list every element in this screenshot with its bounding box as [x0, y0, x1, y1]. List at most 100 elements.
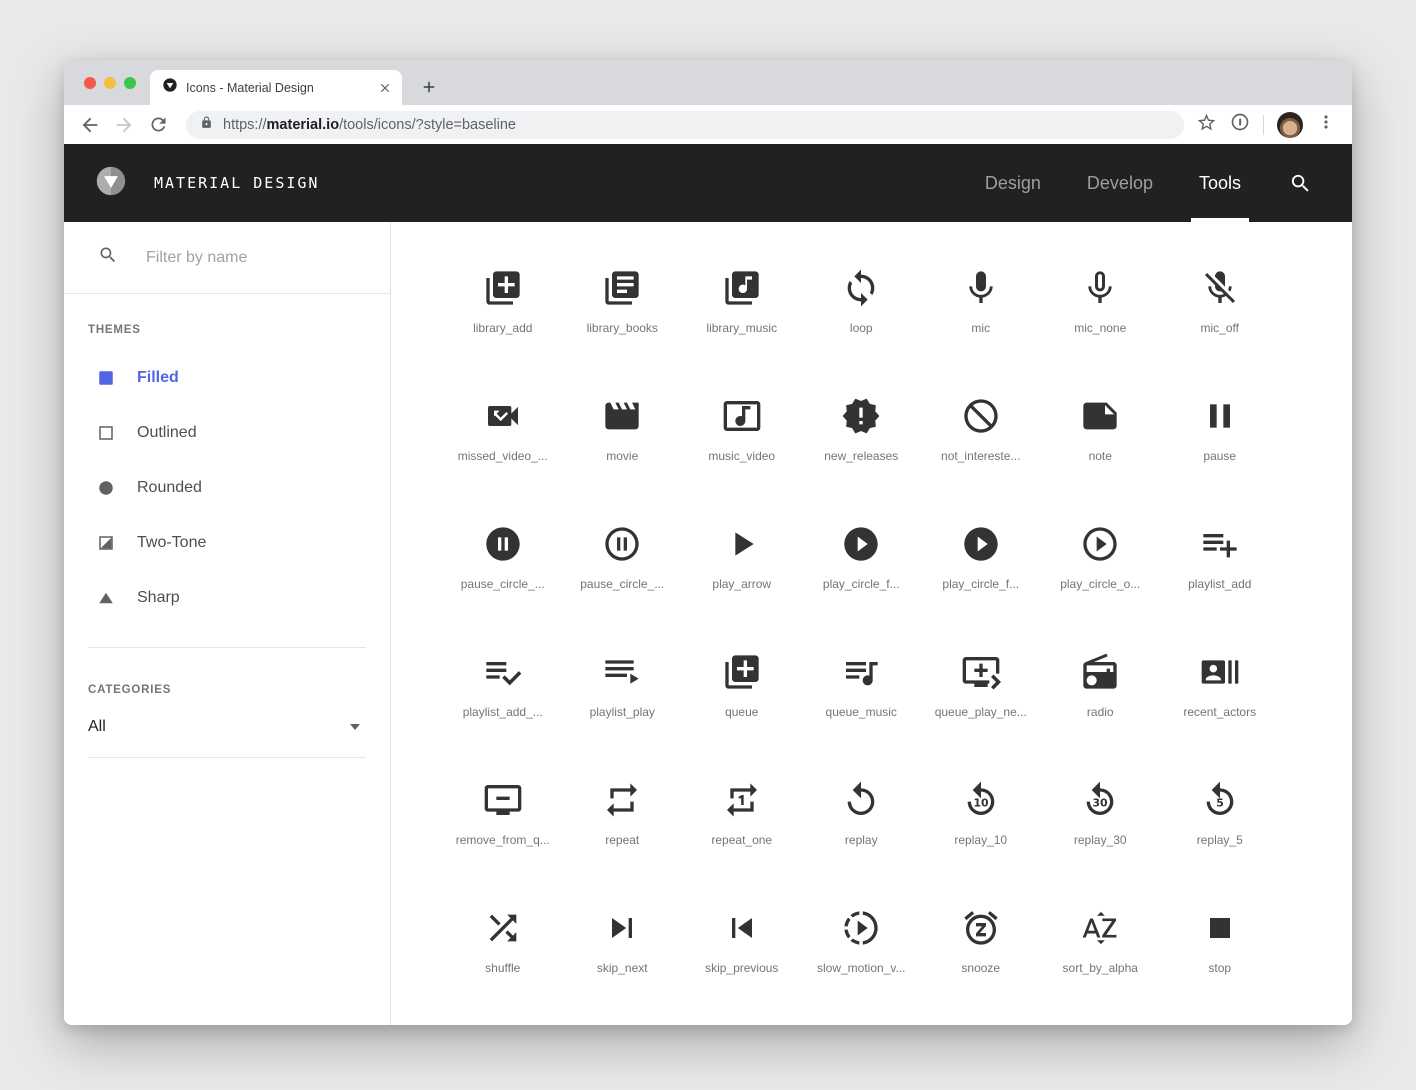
extension-icon[interactable] [1230, 112, 1250, 137]
icon-cell-skip_previous[interactable]: skip_previous [682, 908, 802, 1025]
icon-label: play_arrow [712, 577, 771, 591]
icon-cell-missed_video_call[interactable]: missed_video_... [443, 396, 563, 524]
material-logo-icon [94, 164, 128, 203]
icon-cell-music_video[interactable]: music_video [682, 396, 802, 524]
icon-cell-not_interested[interactable]: not_intereste... [921, 396, 1041, 524]
icon-cell-mic_off[interactable]: mic_off [1160, 268, 1280, 396]
icon-cell-queue[interactable]: queue [682, 652, 802, 780]
theme-item-rounded[interactable]: Rounded [88, 460, 366, 515]
theme-item-sharp[interactable]: Sharp [88, 570, 366, 625]
icon-cell-slow_motion_video[interactable]: slow_motion_v... [802, 908, 922, 1025]
browser-window: Icons - Material Design https://material… [64, 60, 1352, 1025]
icon-cell-replay[interactable]: replay [802, 780, 922, 908]
remove_from_queue-icon [483, 780, 523, 820]
icon-cell-pause_circle_filled[interactable]: pause_circle_... [443, 524, 563, 652]
stop-icon [1200, 908, 1240, 948]
icon-cell-mic_none[interactable]: mic_none [1041, 268, 1161, 396]
icon-cell-playlist_add_check[interactable]: playlist_add_... [443, 652, 563, 780]
minimize-window-button[interactable] [104, 77, 116, 89]
icon-cell-queue_music[interactable]: queue_music [802, 652, 922, 780]
lock-icon[interactable] [200, 116, 213, 134]
icon-cell-movie[interactable]: movie [563, 396, 683, 524]
icon-cell-remove_from_queue[interactable]: remove_from_q... [443, 780, 563, 908]
icon-cell-sort_by_alpha[interactable]: sort_by_alpha [1041, 908, 1161, 1025]
tab-strip: Icons - Material Design [64, 60, 1352, 105]
repeat_one-icon [722, 780, 762, 820]
mic_none-icon [1080, 268, 1120, 308]
icon-cell-new_releases[interactable]: new_releases [802, 396, 922, 524]
icon-label: queue_music [826, 705, 897, 719]
icon-label: playlist_add [1188, 577, 1251, 591]
theme-label: Sharp [137, 589, 180, 607]
snooze-icon [961, 908, 1001, 948]
back-icon[interactable] [78, 113, 102, 137]
icon-cell-radio[interactable]: radio [1041, 652, 1161, 780]
icon-cell-replay_30[interactable]: 30replay_30 [1041, 780, 1161, 908]
icon-cell-library_add[interactable]: library_add [443, 268, 563, 396]
theme-item-two-tone[interactable]: Two-Tone [88, 515, 366, 570]
theme-label: Rounded [137, 479, 202, 497]
icon-cell-play_circle_filled[interactable]: play_circle_f... [802, 524, 922, 652]
tab-close-icon[interactable] [378, 81, 392, 95]
browser-tab[interactable]: Icons - Material Design [150, 70, 402, 105]
icon-label: movie [606, 449, 638, 463]
icon-cell-stop[interactable]: stop [1160, 908, 1280, 1025]
icon-cell-playlist_add[interactable]: playlist_add [1160, 524, 1280, 652]
icon-cell-play_circle_outline[interactable]: play_circle_o... [1041, 524, 1161, 652]
music_video-icon [722, 396, 762, 436]
nav-design[interactable]: Design [985, 144, 1041, 222]
icon-cell-loop[interactable]: loop [802, 268, 922, 396]
icon-label: repeat_one [711, 833, 772, 847]
traffic-lights [84, 77, 136, 89]
icon-label: skip_previous [705, 961, 778, 975]
icon-cell-playlist_play[interactable]: playlist_play [563, 652, 683, 780]
themes-heading: THEMES [88, 324, 366, 336]
theme-item-outlined[interactable]: Outlined [88, 405, 366, 460]
forward-icon[interactable] [112, 113, 136, 137]
icon-cell-replay_10[interactable]: 10replay_10 [921, 780, 1041, 908]
icon-cell-library_books[interactable]: library_books [563, 268, 683, 396]
icon-cell-mic[interactable]: mic [921, 268, 1041, 396]
reload-icon[interactable] [146, 113, 170, 137]
movie-icon [602, 396, 642, 436]
icon-cell-pause_circle_outline[interactable]: pause_circle_... [563, 524, 683, 652]
menu-dots-icon[interactable] [1316, 112, 1336, 137]
not_interested-icon [961, 396, 1001, 436]
zoom-window-button[interactable] [124, 77, 136, 89]
close-window-button[interactable] [84, 77, 96, 89]
icon-cell-queue_play_next[interactable]: queue_play_ne... [921, 652, 1041, 780]
icon-cell-pause[interactable]: pause [1160, 396, 1280, 524]
new-tab-button[interactable] [416, 74, 442, 100]
icon-cell-play_circle_filled_white[interactable]: play_circle_f... [921, 524, 1041, 652]
filter-row [64, 222, 390, 294]
header-search-icon[interactable] [1289, 172, 1312, 195]
icon-label: recent_actors [1183, 705, 1256, 719]
icon-cell-snooze[interactable]: snooze [921, 908, 1041, 1025]
icon-cell-library_music[interactable]: library_music [682, 268, 802, 396]
nav-develop[interactable]: Develop [1087, 144, 1153, 222]
filter-input[interactable] [146, 249, 370, 267]
icon-cell-play_arrow[interactable]: play_arrow [682, 524, 802, 652]
theme-item-filled[interactable]: Filled [88, 350, 366, 405]
shuffle-icon [483, 908, 523, 948]
bookmark-star-icon[interactable] [1196, 112, 1217, 138]
icon-cell-note[interactable]: note [1041, 396, 1161, 524]
icon-cell-shuffle[interactable]: shuffle [443, 908, 563, 1025]
icon-label: replay_10 [954, 833, 1007, 847]
icon-label: replay_30 [1074, 833, 1127, 847]
categories-dropdown[interactable]: All [88, 696, 366, 758]
icon-cell-repeat[interactable]: repeat [563, 780, 683, 908]
pause-icon [1200, 396, 1240, 436]
library_add-icon [483, 268, 523, 308]
icon-cell-replay_5[interactable]: 5replay_5 [1160, 780, 1280, 908]
filled-swatch-icon [97, 369, 115, 387]
play_circle_outline-icon [1080, 524, 1120, 564]
playlist_add_check-icon [483, 652, 523, 692]
nav-tools[interactable]: Tools [1199, 144, 1241, 222]
brand[interactable]: MATERIAL DESIGN [94, 164, 319, 203]
icon-cell-skip_next[interactable]: skip_next [563, 908, 683, 1025]
url-bar[interactable]: https://material.io/tools/icons/?style=b… [186, 111, 1184, 139]
icon-cell-recent_actors[interactable]: recent_actors [1160, 652, 1280, 780]
profile-avatar[interactable] [1277, 112, 1303, 138]
icon-cell-repeat_one[interactable]: repeat_one [682, 780, 802, 908]
